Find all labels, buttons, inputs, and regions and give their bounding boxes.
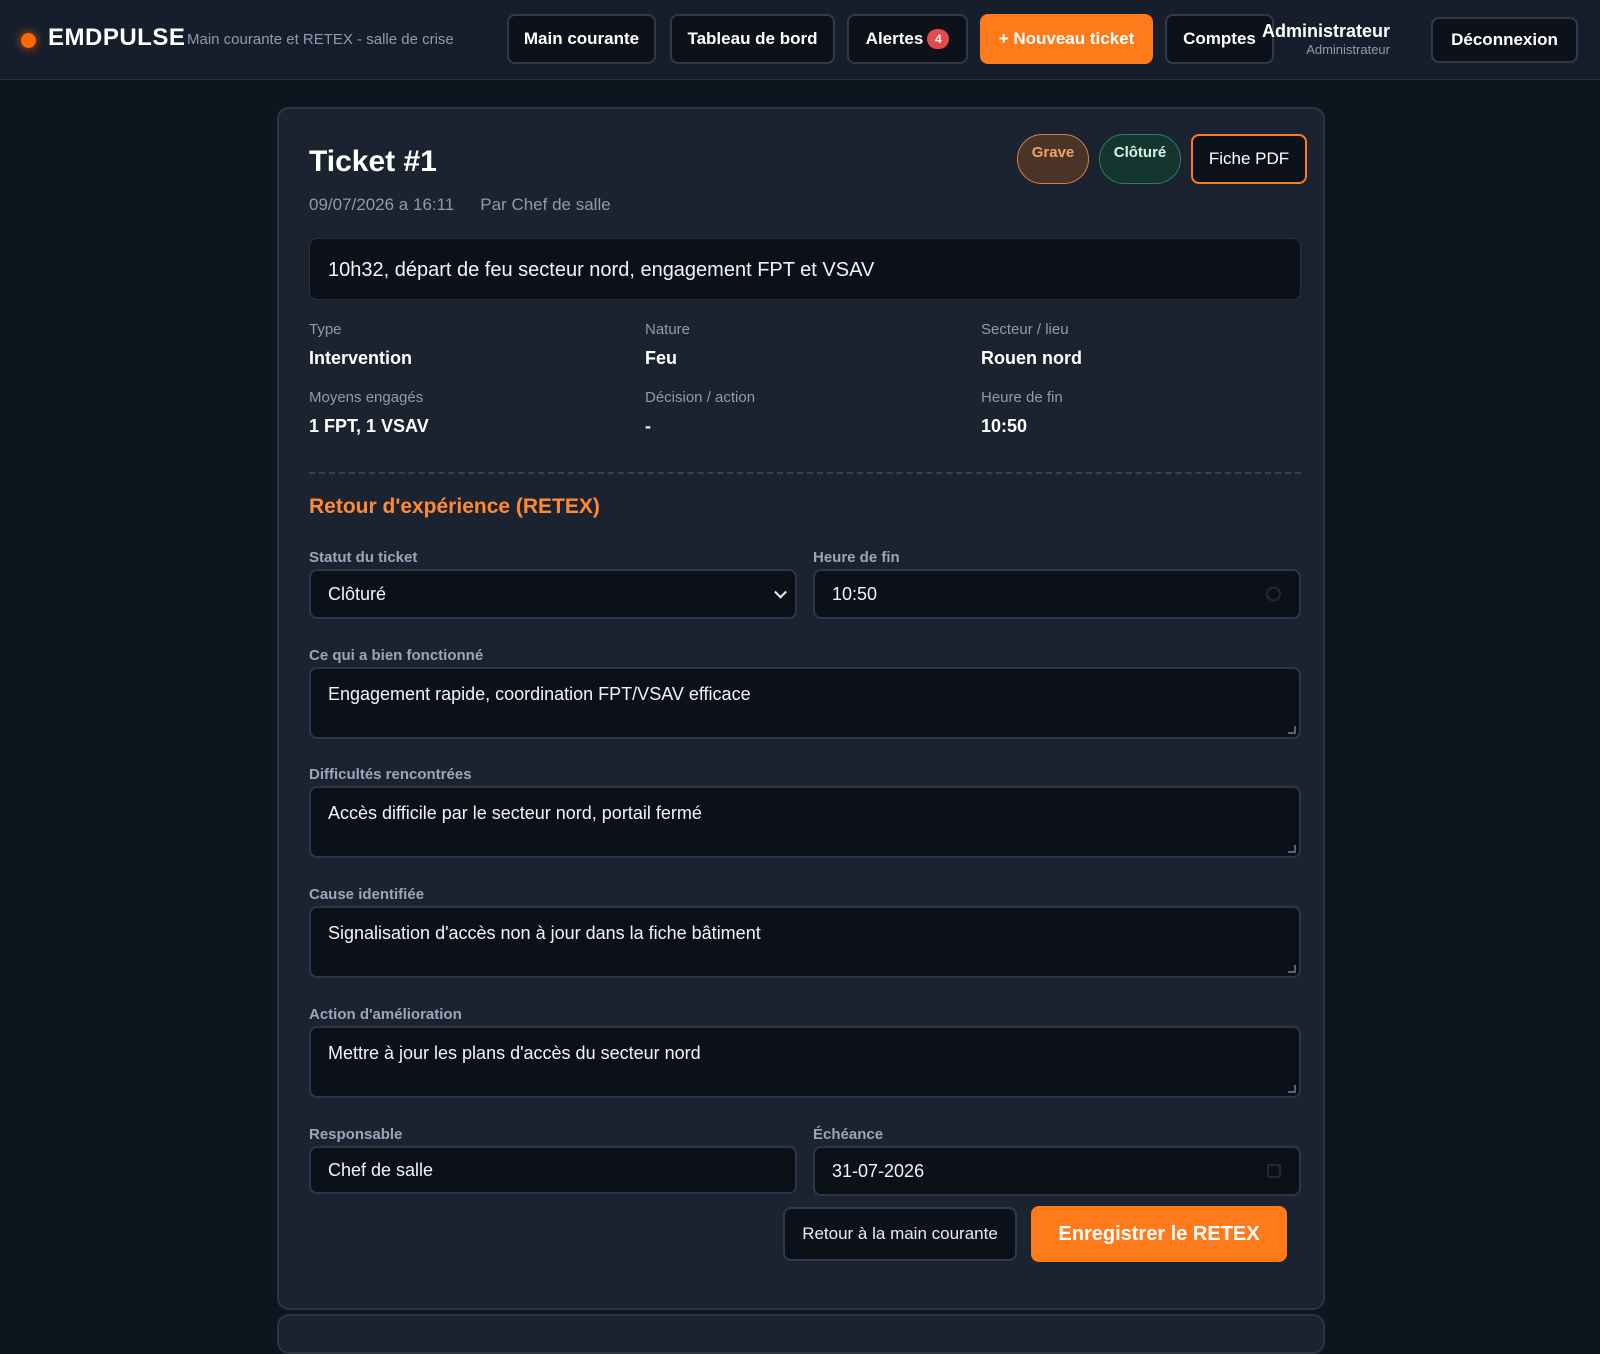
heure-fin-label: Heure de fin [813, 549, 900, 566]
bien-fonctionne-label: Ce qui a bien fonctionné [309, 647, 484, 664]
heure-fin-value: 10:50 [832, 583, 878, 604]
alert-count-badge: 4 [927, 29, 950, 49]
resize-grip-icon[interactable] [1288, 726, 1296, 734]
info-secteur: Secteur / lieu Rouen nord [981, 321, 1301, 369]
pdf-button[interactable]: Fiche PDF [1191, 134, 1307, 184]
cause-label: Cause identifiée [309, 886, 425, 903]
logout-button[interactable]: Déconnexion [1431, 17, 1578, 63]
nav-alertes-label: Alertes [865, 29, 924, 48]
back-to-main-courante-button[interactable]: Retour à la main courante [783, 1207, 1017, 1261]
action-textarea[interactable]: Mettre à jour les plans d'accès du secte… [309, 1026, 1301, 1098]
new-ticket-button[interactable]: + Nouveau ticket [980, 14, 1153, 64]
info-nature: Nature Feu [645, 321, 965, 369]
difficultes-label: Difficultés rencontrées [309, 766, 472, 783]
bien-fonctionne-value: Engagement rapide, coordination FPT/VSAV… [328, 684, 751, 704]
statut-select[interactable]: Clôturé [309, 569, 797, 619]
nav-alertes-button[interactable]: Alertes 4 [847, 14, 968, 64]
status-badge: Clôturé [1099, 134, 1181, 184]
calendar-icon [1267, 1164, 1281, 1178]
info-label: Secteur / lieu [981, 321, 1069, 338]
info-value: 10:50 [981, 416, 1028, 436]
save-retex-button[interactable]: Enregistrer le RETEX [1031, 1206, 1287, 1262]
info-decision: Décision / action - [645, 389, 965, 437]
bien-fonctionne-textarea[interactable]: Engagement rapide, coordination FPT/VSAV… [309, 667, 1301, 739]
info-moyens: Moyens engagés 1 FPT, 1 VSAV [309, 389, 629, 437]
heure-fin-input[interactable]: 10:50 [813, 569, 1301, 619]
info-label: Type [309, 321, 342, 338]
top-bar: EMDPULSE Main courante et RETEX - salle … [0, 0, 1600, 80]
responsable-input[interactable]: Chef de salle [309, 1146, 797, 1194]
resize-grip-icon[interactable] [1288, 845, 1296, 853]
action-label: Action d'amélioration [309, 1006, 462, 1023]
info-label: Décision / action [645, 389, 756, 406]
ticket-datetime: 09/07/2026 a 16:11 [309, 195, 455, 214]
info-type: Type Intervention [309, 321, 629, 369]
cause-value: Signalisation d'accès non à jour dans la… [328, 923, 761, 943]
responsable-label: Responsable [309, 1126, 403, 1143]
info-value: Rouen nord [981, 348, 1082, 368]
echeance-label: Échéance [813, 1126, 884, 1143]
nav-tableau-de-bord-button[interactable]: Tableau de bord [670, 14, 835, 64]
ticket-card: Ticket #1 09/07/2026 a 16:11 Par Chef de… [277, 107, 1325, 1310]
nav-main-courante-button[interactable]: Main courante [507, 14, 656, 64]
user-role: Administrateur [1306, 42, 1390, 57]
resize-grip-icon[interactable] [1288, 1085, 1296, 1093]
resize-grip-icon[interactable] [1288, 965, 1296, 973]
info-heure-fin: Heure de fin 10:50 [981, 389, 1301, 437]
ticket-title: Ticket #1 [309, 145, 437, 178]
info-value: 1 FPT, 1 VSAV [309, 416, 429, 436]
responsable-value: Chef de salle [328, 1159, 434, 1180]
section-divider [309, 472, 1301, 474]
severity-badge: Grave [1017, 134, 1089, 184]
retex-section-title: Retour d'expérience (RETEX) [309, 495, 600, 518]
info-label: Nature [645, 321, 691, 338]
info-label: Moyens engagés [309, 389, 424, 406]
cause-textarea[interactable]: Signalisation d'accès non à jour dans la… [309, 906, 1301, 978]
action-value: Mettre à jour les plans d'accès du secte… [328, 1043, 701, 1063]
info-value: Intervention [309, 348, 413, 368]
clock-icon [1266, 586, 1281, 602]
difficultes-value: Accès difficile par le secteur nord, por… [328, 803, 702, 823]
brand-tagline: Main courante et RETEX - salle de crise [187, 31, 454, 48]
info-value: - [645, 416, 651, 436]
next-card-edge [277, 1314, 1325, 1354]
statut-label: Statut du ticket [309, 549, 418, 566]
ticket-meta: 09/07/2026 a 16:11 Par Chef de salle [309, 195, 611, 215]
chevron-down-icon [774, 585, 787, 599]
brand-name: EMDPULSE [48, 24, 186, 51]
ticket-summary: 10h32, départ de feu secteur nord, engag… [309, 238, 1301, 300]
ticket-author: Par Chef de salle [480, 195, 611, 214]
echeance-date-input[interactable]: 31-07-2026 [813, 1146, 1301, 1196]
nav-comptes-button[interactable]: Comptes [1165, 14, 1274, 64]
brand-dot-icon [21, 33, 36, 48]
difficultes-textarea[interactable]: Accès difficile par le secteur nord, por… [309, 786, 1301, 858]
info-label: Heure de fin [981, 389, 1063, 406]
info-value: Feu [645, 348, 678, 368]
statut-value: Clôturé [328, 583, 387, 604]
user-name: Administrateur [1261, 21, 1390, 41]
echeance-value: 31-07-2026 [832, 1160, 925, 1181]
